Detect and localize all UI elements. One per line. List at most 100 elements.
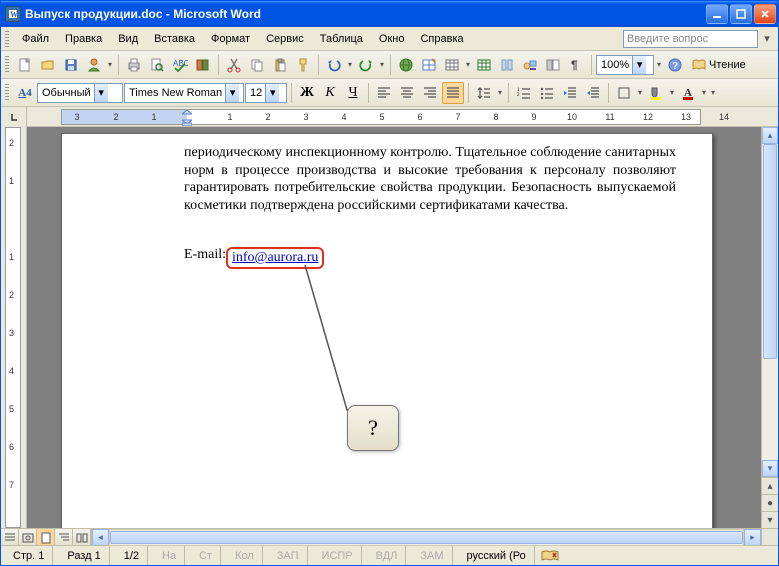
- highlight-dropdown[interactable]: ▾: [668, 88, 676, 97]
- tables-borders-button[interactable]: [418, 54, 440, 76]
- columns-button[interactable]: [496, 54, 518, 76]
- scroll-left-button[interactable]: ◂: [92, 529, 109, 546]
- menu-format[interactable]: Формат: [204, 31, 257, 47]
- spell-status-icon[interactable]: [541, 549, 559, 563]
- ask-question-dropdown[interactable]: ▾: [760, 30, 774, 48]
- font-combo[interactable]: Times New Roman ▾: [124, 83, 244, 103]
- scroll-track[interactable]: [762, 144, 778, 460]
- align-justify-button[interactable]: [442, 82, 464, 104]
- scroll-down-button[interactable]: ▾: [762, 460, 778, 477]
- toolbar-overflow[interactable]: ▾: [655, 60, 663, 69]
- style-combo[interactable]: Обычный ▾: [37, 83, 123, 103]
- maximize-button[interactable]: [730, 4, 752, 24]
- menu-table[interactable]: Таблица: [313, 31, 370, 47]
- toolbar-grip[interactable]: [5, 84, 9, 102]
- undo-button[interactable]: [323, 54, 345, 76]
- toolbar-overflow[interactable]: ▾: [709, 88, 717, 97]
- web-view-button[interactable]: [19, 529, 37, 546]
- permissions-dropdown[interactable]: ▾: [106, 60, 114, 69]
- spellcheck-button[interactable]: ABC: [169, 54, 191, 76]
- paste-button[interactable]: [269, 54, 291, 76]
- reading-layout-button[interactable]: Чтение: [687, 54, 750, 76]
- toolbar-grip[interactable]: [5, 31, 9, 47]
- vertical-scrollbar[interactable]: ▴ ▾ ▴ ● ▾: [761, 127, 778, 528]
- vertical-ruler[interactable]: 2 1 1 2 3 4 5 6 7: [1, 127, 27, 528]
- highlight-button[interactable]: [645, 82, 667, 104]
- email-hyperlink[interactable]: info@aurora.ru: [232, 250, 318, 265]
- zoom-combo[interactable]: 100% ▾: [596, 55, 654, 75]
- save-button[interactable]: [60, 54, 82, 76]
- font-size-combo[interactable]: 12 ▾: [245, 83, 287, 103]
- status-rec[interactable]: ЗАП: [269, 546, 308, 565]
- menu-edit[interactable]: Правка: [58, 31, 109, 47]
- status-ext[interactable]: ВДЛ: [368, 546, 407, 565]
- print-button[interactable]: [123, 54, 145, 76]
- insert-table-dropdown[interactable]: ▾: [464, 60, 472, 69]
- decrease-indent-button[interactable]: [559, 82, 581, 104]
- minimize-button[interactable]: [706, 4, 728, 24]
- borders-dropdown[interactable]: ▾: [636, 88, 644, 97]
- align-right-button[interactable]: [419, 82, 441, 104]
- redo-dropdown[interactable]: ▾: [378, 60, 386, 69]
- open-button[interactable]: [37, 54, 59, 76]
- menu-insert[interactable]: Вставка: [147, 31, 202, 47]
- research-button[interactable]: [192, 54, 214, 76]
- tab-selector[interactable]: [1, 107, 27, 127]
- styles-pane-button[interactable]: A4: [14, 82, 36, 104]
- cut-button[interactable]: [223, 54, 245, 76]
- insert-excel-button[interactable]: [473, 54, 495, 76]
- doc-map-button[interactable]: [542, 54, 564, 76]
- drawing-button[interactable]: [519, 54, 541, 76]
- font-color-button[interactable]: A: [677, 82, 699, 104]
- document-page[interactable]: периодическому инспекционному контролю. …: [61, 133, 713, 528]
- show-marks-button[interactable]: ¶: [565, 54, 587, 76]
- scroll-up-button[interactable]: ▴: [762, 127, 778, 144]
- increase-indent-button[interactable]: [582, 82, 604, 104]
- status-fix[interactable]: ИСПР: [314, 546, 362, 565]
- menu-help[interactable]: Справка: [413, 31, 470, 47]
- browse-object-button[interactable]: ●: [762, 494, 778, 511]
- hscroll-thumb[interactable]: [110, 531, 743, 544]
- font-color-dropdown[interactable]: ▾: [700, 88, 708, 97]
- status-language[interactable]: русский (Ро: [459, 546, 535, 565]
- align-left-button[interactable]: [373, 82, 395, 104]
- close-button[interactable]: [754, 4, 776, 24]
- underline-button[interactable]: Ч: [342, 82, 364, 104]
- normal-view-button[interactable]: [1, 529, 19, 546]
- numbered-list-button[interactable]: 12: [513, 82, 535, 104]
- scroll-thumb[interactable]: [763, 144, 777, 359]
- copy-button[interactable]: [246, 54, 268, 76]
- indent-marker-left[interactable]: [182, 110, 192, 126]
- ask-question-input[interactable]: Введите вопрос: [623, 30, 758, 48]
- help-button[interactable]: ?: [664, 54, 686, 76]
- print-layout-view-button[interactable]: [37, 529, 55, 546]
- format-painter-button[interactable]: [292, 54, 314, 76]
- line-spacing-button[interactable]: [473, 82, 495, 104]
- toolbar-grip[interactable]: [5, 56, 9, 74]
- scroll-right-button[interactable]: ▸: [744, 529, 761, 546]
- insert-table-button[interactable]: [441, 54, 463, 76]
- permissions-button[interactable]: [83, 54, 105, 76]
- redo-button[interactable]: [355, 54, 377, 76]
- align-center-button[interactable]: [396, 82, 418, 104]
- reading-view-button[interactable]: [73, 529, 91, 546]
- horizontal-ruler[interactable]: 3 2 1 1 2 3 4 5 6 7 8 9 10 11 12 13 14: [27, 107, 778, 126]
- next-page-button[interactable]: ▾: [762, 511, 778, 528]
- menu-window[interactable]: Окно: [372, 31, 412, 47]
- undo-dropdown[interactable]: ▾: [346, 60, 354, 69]
- paragraph-text[interactable]: периодическому инспекционному контролю. …: [184, 144, 676, 214]
- outline-view-button[interactable]: [55, 529, 73, 546]
- borders-button[interactable]: [613, 82, 635, 104]
- bulleted-list-button[interactable]: [536, 82, 558, 104]
- document-viewport[interactable]: периодическому инспекционному контролю. …: [27, 127, 778, 528]
- prev-page-button[interactable]: ▴: [762, 477, 778, 494]
- print-preview-button[interactable]: [146, 54, 168, 76]
- status-ovr[interactable]: ЗАМ: [412, 546, 452, 565]
- menu-service[interactable]: Сервис: [259, 31, 311, 47]
- menu-file[interactable]: Файл: [15, 31, 56, 47]
- italic-button[interactable]: К: [319, 82, 341, 104]
- new-doc-button[interactable]: [14, 54, 36, 76]
- hyperlink-button[interactable]: [395, 54, 417, 76]
- email-line[interactable]: E-mail: info@aurora.ru: [184, 247, 226, 263]
- hscroll-track[interactable]: [109, 529, 744, 546]
